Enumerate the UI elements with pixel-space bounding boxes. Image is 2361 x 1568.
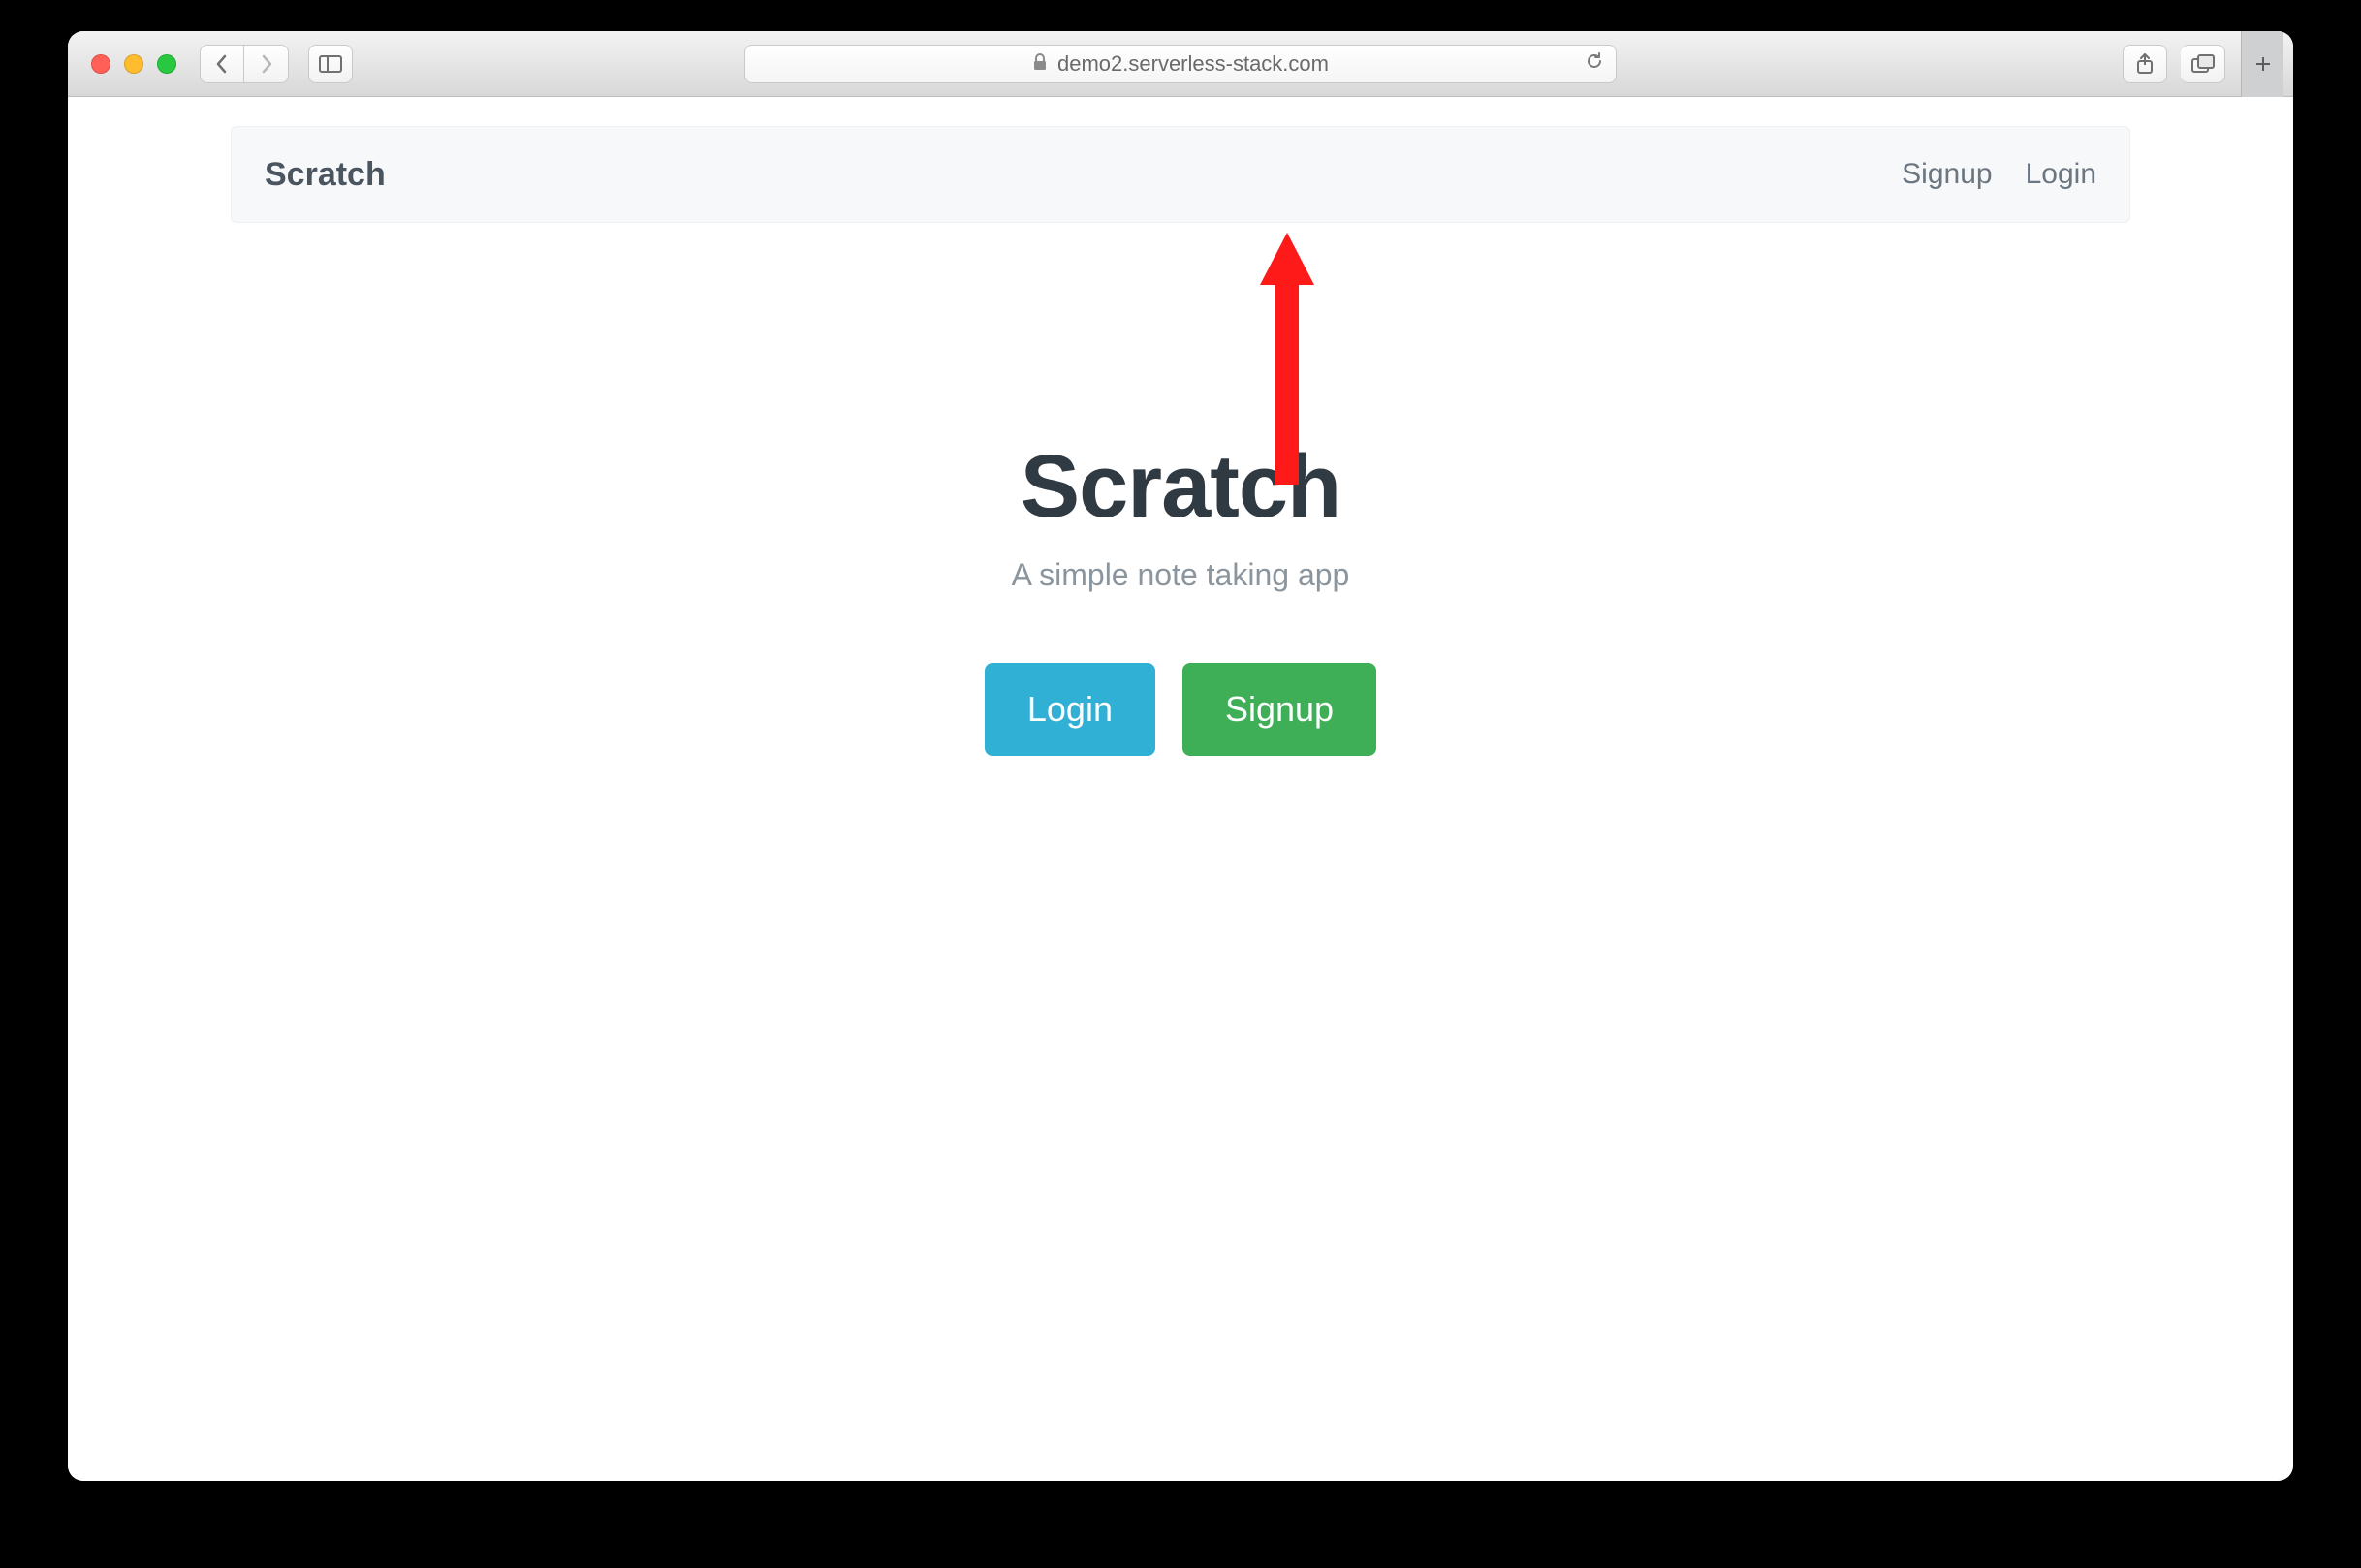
hero-buttons: Login Signup bbox=[231, 663, 2130, 756]
signup-button[interactable]: Signup bbox=[1182, 663, 1376, 756]
hero: Scratch A simple note taking app Login S… bbox=[231, 436, 2130, 756]
share-button[interactable] bbox=[2123, 45, 2167, 83]
titlebar-right-controls bbox=[2123, 45, 2225, 83]
tabs-overview-button[interactable] bbox=[2181, 45, 2225, 83]
window-fullscreen-button[interactable] bbox=[157, 54, 176, 74]
address-bar-wrap: demo2.serverless-stack.com bbox=[744, 45, 1617, 83]
sidebar-toggle-button[interactable] bbox=[308, 45, 353, 83]
window-minimize-button[interactable] bbox=[124, 54, 143, 74]
reload-button[interactable] bbox=[1585, 51, 1604, 77]
app-container: Scratch Signup Login Scratch A simple no… bbox=[231, 126, 2130, 756]
forward-button[interactable] bbox=[244, 45, 289, 83]
navbar-right: Signup Login bbox=[1902, 158, 2096, 191]
nav-back-forward-group bbox=[200, 45, 289, 83]
back-button[interactable] bbox=[200, 45, 244, 83]
window-controls bbox=[91, 54, 176, 74]
navbar-brand[interactable]: Scratch bbox=[265, 156, 386, 194]
address-bar[interactable]: demo2.serverless-stack.com bbox=[744, 45, 1617, 83]
navbar-login-link[interactable]: Login bbox=[2026, 158, 2096, 191]
browser-titlebar: demo2.serverless-stack.com bbox=[68, 31, 2293, 97]
hero-subtitle: A simple note taking app bbox=[231, 557, 2130, 593]
new-tab-button[interactable] bbox=[2241, 31, 2283, 97]
hero-title: Scratch bbox=[231, 436, 2130, 538]
login-button[interactable]: Login bbox=[985, 663, 1155, 756]
window-close-button[interactable] bbox=[91, 54, 110, 74]
address-url-text: demo2.serverless-stack.com bbox=[1057, 51, 1329, 77]
page-viewport: Scratch Signup Login Scratch A simple no… bbox=[68, 126, 2293, 1481]
navbar-signup-link[interactable]: Signup bbox=[1902, 158, 1992, 191]
browser-window: demo2.serverless-stack.com bbox=[68, 31, 2293, 1481]
app-navbar: Scratch Signup Login bbox=[231, 126, 2130, 223]
lock-icon bbox=[1032, 51, 1048, 77]
screenshot-stage: demo2.serverless-stack.com bbox=[0, 0, 2361, 1568]
